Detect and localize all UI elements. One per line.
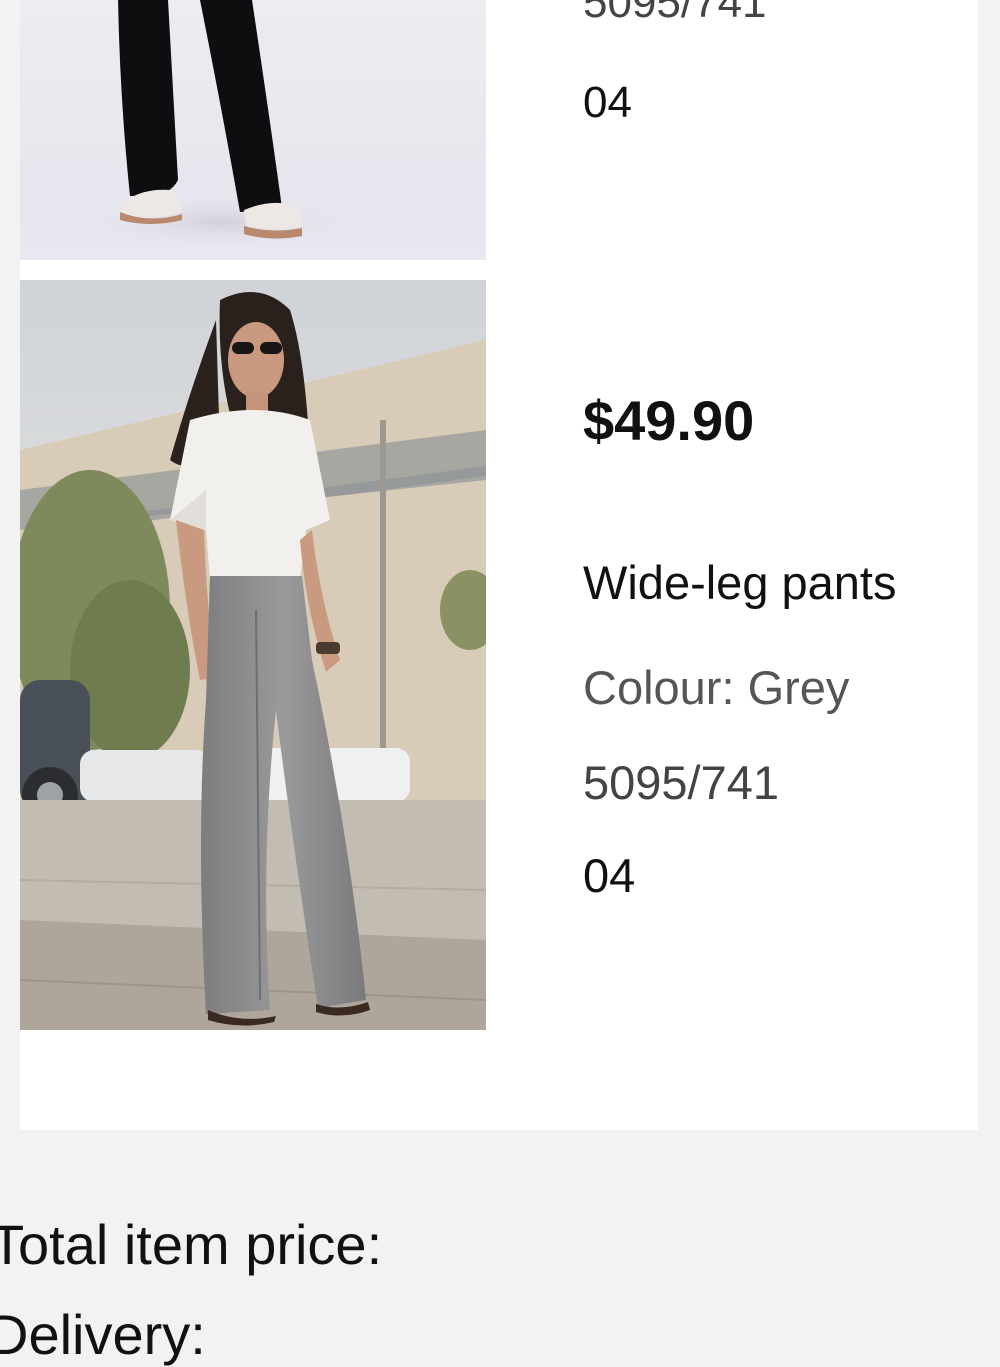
page-margin: [0, 0, 20, 1333]
delivery-label: Delivery:: [0, 1303, 206, 1366]
product-name[interactable]: Wide-leg pants: [583, 555, 897, 610]
product-size: 04: [583, 849, 636, 902]
product-photo-illustration: [70, 0, 370, 252]
total-item-price-label: Total item price:: [0, 1213, 383, 1276]
product-image-grey-pants[interactable]: [20, 280, 486, 1030]
product-photo-illustration: [20, 280, 486, 1030]
product-colour: Colour: Grey: [583, 661, 850, 714]
product-image-black-pants[interactable]: [20, 0, 486, 260]
product-code: 5095/741: [583, 0, 767, 27]
product-size: 04: [583, 78, 632, 127]
product-price: $49.90: [583, 389, 755, 452]
product-code: 5095/741: [583, 756, 780, 809]
